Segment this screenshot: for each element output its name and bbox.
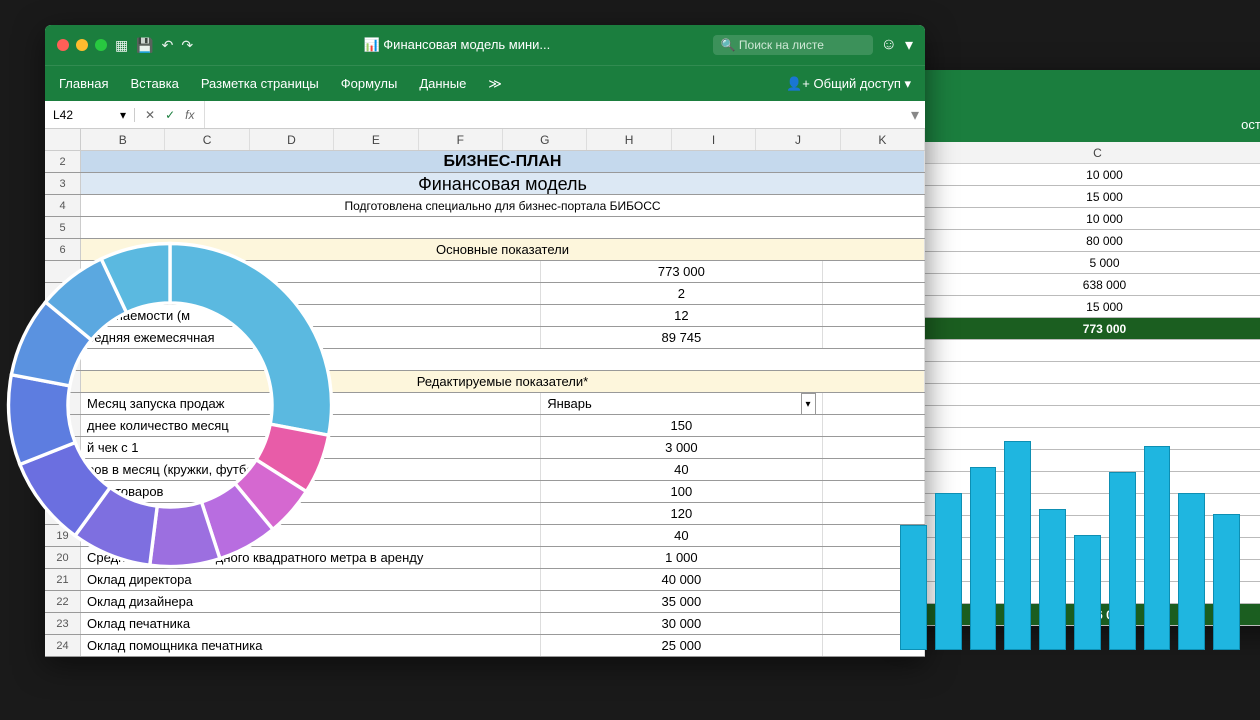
col-header[interactable]: G [503, 129, 587, 150]
cell-value[interactable]: 35 000 [541, 591, 822, 612]
cell-value[interactable]: 773 000 [541, 261, 822, 282]
expand-icon[interactable]: ▾ [905, 105, 925, 125]
layout-icon[interactable]: ▦ [115, 37, 128, 54]
select-all-corner[interactable] [45, 129, 81, 150]
row-header[interactable]: 3 [45, 173, 81, 194]
col-header[interactable]: K [841, 129, 925, 150]
chevron-down-icon[interactable]: ▾ [120, 108, 126, 122]
row-header[interactable]: 24 [45, 635, 81, 656]
close-icon[interactable] [57, 39, 69, 51]
tab-more[interactable]: ≫ [488, 76, 502, 92]
row-header[interactable]: 22 [45, 591, 81, 612]
formula-input[interactable] [204, 101, 905, 128]
tab-layout[interactable]: Разметка страницы [201, 76, 319, 91]
cell[interactable]: БИЗНЕС-ПЛАН [81, 151, 925, 172]
col-header[interactable]: I [672, 129, 756, 150]
redo-icon[interactable]: ↷ [181, 37, 193, 54]
cell-value[interactable]: 12 [541, 305, 822, 326]
save-icon[interactable]: 💾 [136, 37, 153, 54]
cell[interactable]: Подготовлена специально для бизнес-порта… [81, 195, 925, 216]
cell-label[interactable]: Оклад печатника [81, 613, 541, 634]
cell-value[interactable]: 150 [541, 415, 822, 436]
doc-title: 📊 Финансовая модель мини... [209, 37, 704, 53]
excel-icon: 📊 [363, 37, 379, 52]
share-button[interactable]: 👤+ Общий доступ ▾ [786, 76, 911, 92]
col-header[interactable]: B [81, 129, 165, 150]
col-header[interactable]: C [165, 129, 249, 150]
tab-data[interactable]: Данные [419, 76, 466, 91]
formula-bar: L42▾ ✕ ✓ fx ▾ [45, 101, 925, 129]
col-header[interactable]: D [250, 129, 334, 150]
tab-insert[interactable]: Вставка [130, 76, 178, 91]
cell[interactable]: Финансовая модель [81, 173, 925, 194]
col-header[interactable]: E [334, 129, 418, 150]
fx-label[interactable]: fx [185, 108, 194, 122]
row-header[interactable]: 4 [45, 195, 81, 216]
cell-value[interactable]: 3 000 [541, 437, 822, 458]
column-headers: B C D E F G H I J K [45, 129, 925, 151]
col-header[interactable]: H [587, 129, 671, 150]
undo-icon[interactable]: ↶ [162, 37, 174, 54]
cell-value[interactable]: 40 [541, 459, 822, 480]
tab-home[interactable]: Главная [59, 76, 108, 91]
row-header[interactable]: 2 [45, 151, 81, 172]
donut-chart [0, 235, 340, 575]
cell-value[interactable]: 40 [541, 525, 822, 546]
name-box[interactable]: L42▾ [45, 108, 135, 122]
row-header[interactable]: 23 [45, 613, 81, 634]
cell-value[interactable]: 2 [541, 283, 822, 304]
cell-value[interactable]: 40 000 [541, 569, 822, 590]
confirm-icon[interactable]: ✓ [165, 108, 175, 122]
bar-chart [900, 420, 1240, 650]
col-header[interactable]: F [419, 129, 503, 150]
cell-label[interactable]: Оклад дизайнера [81, 591, 541, 612]
share-stub[interactable]: оступ [1241, 117, 1260, 132]
cell-value[interactable]: Январь▾ [541, 393, 822, 414]
minimize-icon[interactable] [76, 39, 88, 51]
ribbon: Главная Вставка Разметка страницы Формул… [45, 65, 925, 101]
col-header[interactable]: C [905, 142, 1260, 163]
cell-value[interactable]: 30 000 [541, 613, 822, 634]
cell-value[interactable]: 120 [541, 503, 822, 524]
search-input[interactable]: 🔍 Поиск на листе [713, 35, 873, 55]
maximize-icon[interactable] [95, 39, 107, 51]
cell-value[interactable]: 1 000 [541, 547, 822, 568]
cell-label[interactable]: Оклад помощника печатника [81, 635, 541, 656]
smiley-icon[interactable]: ☺ [881, 36, 897, 54]
cancel-icon[interactable]: ✕ [145, 108, 155, 122]
cell-value[interactable]: 25 000 [541, 635, 822, 656]
col-header[interactable]: J [756, 129, 840, 150]
tab-formulas[interactable]: Формулы [341, 76, 398, 91]
cell-value[interactable]: 89 745 [541, 327, 822, 348]
cell-value[interactable]: 100 [541, 481, 822, 502]
titlebar: ▦ 💾 ↶ ↷ 📊 Финансовая модель мини... 🔍 По… [45, 25, 925, 65]
